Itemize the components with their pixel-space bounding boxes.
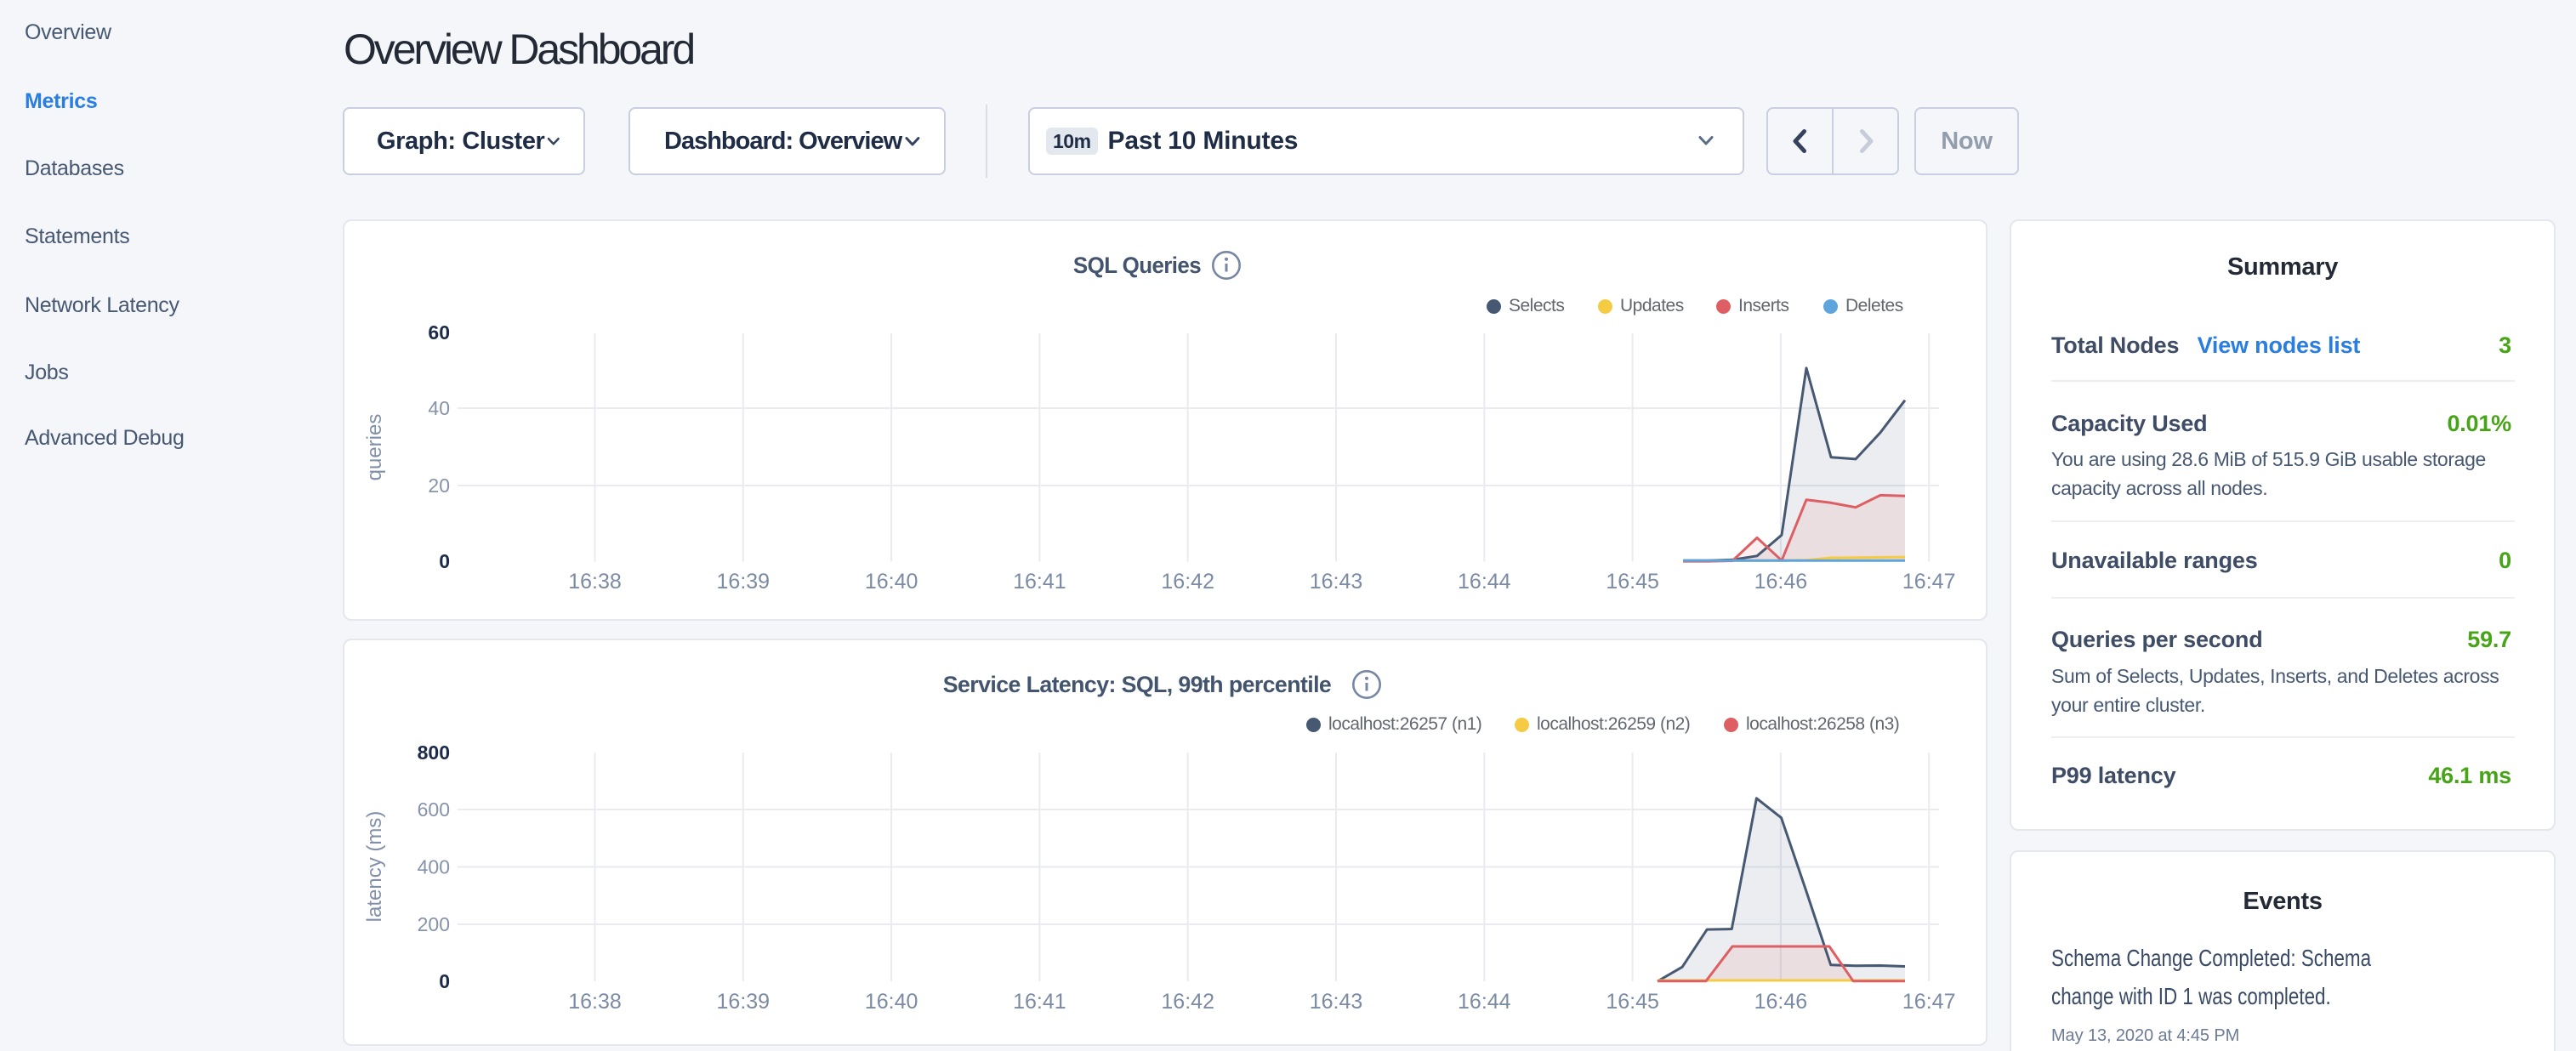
svg-text:16:38: 16:38 <box>568 570 622 594</box>
svg-text:16:47: 16:47 <box>1902 570 1956 594</box>
svg-text:16:46: 16:46 <box>1754 570 1808 594</box>
svg-text:60: 60 <box>428 321 450 344</box>
svg-text:16:45: 16:45 <box>1606 990 1659 1014</box>
svg-text:16:41: 16:41 <box>1013 570 1066 594</box>
svg-text:40: 40 <box>428 397 450 419</box>
svg-text:16:43: 16:43 <box>1310 990 1363 1014</box>
svg-text:0: 0 <box>439 550 450 572</box>
svg-text:queries: queries <box>363 414 386 481</box>
svg-text:800: 800 <box>418 741 450 764</box>
svg-text:20: 20 <box>428 474 450 497</box>
svg-text:16:44: 16:44 <box>1458 570 1511 594</box>
svg-text:16:40: 16:40 <box>865 570 918 594</box>
svg-text:16:41: 16:41 <box>1013 990 1066 1014</box>
svg-text:latency (ms): latency (ms) <box>363 811 386 923</box>
svg-text:16:47: 16:47 <box>1902 990 1956 1014</box>
svg-text:16:44: 16:44 <box>1458 990 1511 1014</box>
svg-text:0: 0 <box>439 970 450 992</box>
svg-text:16:38: 16:38 <box>568 990 622 1014</box>
svg-text:400: 400 <box>418 856 450 878</box>
svg-text:16:45: 16:45 <box>1606 570 1659 594</box>
svg-text:16:40: 16:40 <box>865 990 918 1014</box>
svg-text:16:42: 16:42 <box>1161 570 1214 594</box>
svg-text:200: 200 <box>418 913 450 935</box>
svg-text:600: 600 <box>418 798 450 821</box>
svg-text:16:42: 16:42 <box>1161 990 1214 1014</box>
svg-text:16:39: 16:39 <box>717 570 771 594</box>
svg-text:16:43: 16:43 <box>1310 570 1363 594</box>
svg-text:16:39: 16:39 <box>717 990 771 1014</box>
svg-text:16:46: 16:46 <box>1754 990 1808 1014</box>
